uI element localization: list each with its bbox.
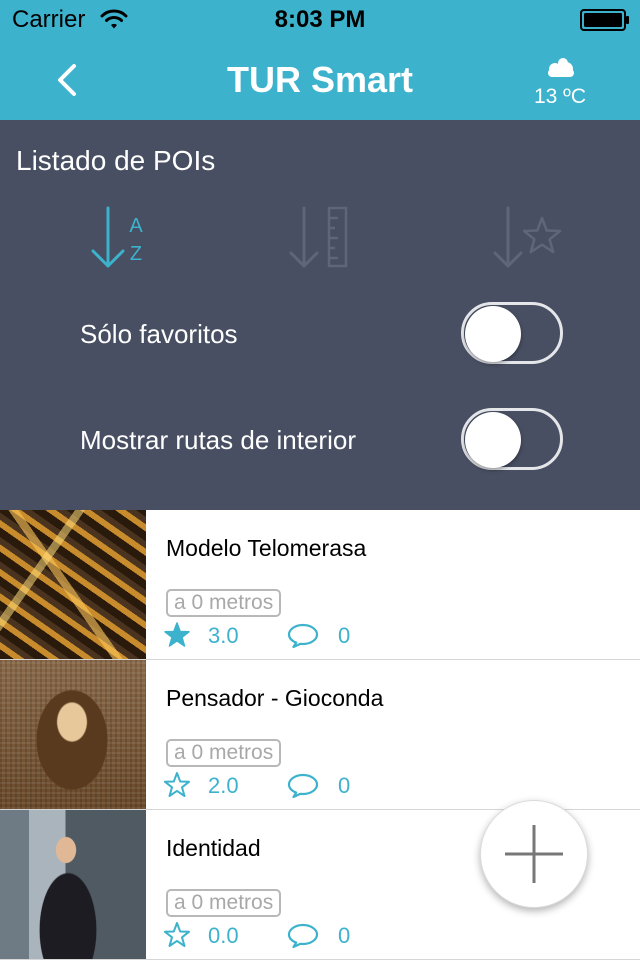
back-chevron-icon[interactable] <box>50 58 90 102</box>
sort-rating-button[interactable] <box>482 204 562 274</box>
poi-thumbnail <box>0 510 146 659</box>
star-outline-icon <box>164 772 190 797</box>
switch-knob <box>465 412 521 468</box>
battery-icon <box>580 9 629 31</box>
switch-knob <box>465 306 521 362</box>
poi-list-item[interactable]: Pensador - Gioconda a 0 metros 2.0 0 <box>0 660 640 810</box>
sort-rating-icon <box>493 206 562 268</box>
poi-distance-badge: a 0 metros <box>166 739 282 767</box>
weather-widget: 13 ºC <box>520 56 600 109</box>
poi-rating: 2.0 <box>208 773 239 798</box>
app-title: TUR Smart <box>226 59 414 100</box>
poi-comment-count: 0 <box>338 923 351 948</box>
star-outline-icon <box>164 922 190 947</box>
plus-icon <box>505 825 563 883</box>
sort-alpha-z-glyph: Z <box>130 243 142 265</box>
poi-name: Pensador - Gioconda <box>166 685 384 711</box>
favorites-switch[interactable] <box>461 302 563 364</box>
poi-thumbnail <box>0 660 146 809</box>
poi-distance-badge: a 0 metros <box>166 589 282 617</box>
clock: 8:03 PM <box>274 6 366 33</box>
sort-alphabetical-button[interactable]: A Z <box>76 204 156 274</box>
poi-list-item[interactable]: Modelo Telomerasa a 0 metros 3.0 0 <box>0 510 640 660</box>
indoor-routes-toggle-label: Mostrar rutas de interior <box>80 425 356 455</box>
poi-comment-count: 0 <box>338 773 351 798</box>
comment-icon <box>287 623 319 649</box>
temperature: 13 ºC <box>533 85 587 108</box>
poi-thumbnail <box>0 810 146 959</box>
poi-distance-badge: a 0 metros <box>166 889 282 917</box>
poi-rating: 0.0 <box>208 923 239 948</box>
favorites-toggle-row: Sólo favoritos <box>0 300 640 370</box>
sort-distance-button[interactable] <box>278 204 358 274</box>
app-header: Carrier 8:03 PM TUR Smart 13 ºC <box>0 0 640 120</box>
poi-comment-count: 0 <box>338 623 351 648</box>
status-bar: Carrier 8:03 PM <box>0 0 640 40</box>
filter-panel: Listado de POIs A Z Sólo favoritos Mostr… <box>0 120 640 510</box>
comment-icon <box>287 773 319 799</box>
indoor-routes-toggle-row: Mostrar rutas de interior <box>0 406 640 476</box>
sort-alphabetical-icon: A Z <box>91 206 143 268</box>
favorites-toggle-label: Sólo favoritos <box>80 319 238 349</box>
cloud-icon <box>548 58 574 77</box>
poi-rating: 3.0 <box>208 623 239 648</box>
indoor-routes-switch[interactable] <box>461 408 563 470</box>
star-filled-icon <box>164 622 190 647</box>
sort-distance-icon <box>289 206 348 268</box>
comment-icon <box>287 923 319 949</box>
panel-title: Listado de POIs <box>16 145 216 176</box>
poi-name: Identidad <box>166 835 261 861</box>
poi-name: Modelo Telomerasa <box>166 535 367 561</box>
add-poi-button[interactable] <box>480 800 588 908</box>
sort-alpha-a-glyph: A <box>129 215 143 237</box>
